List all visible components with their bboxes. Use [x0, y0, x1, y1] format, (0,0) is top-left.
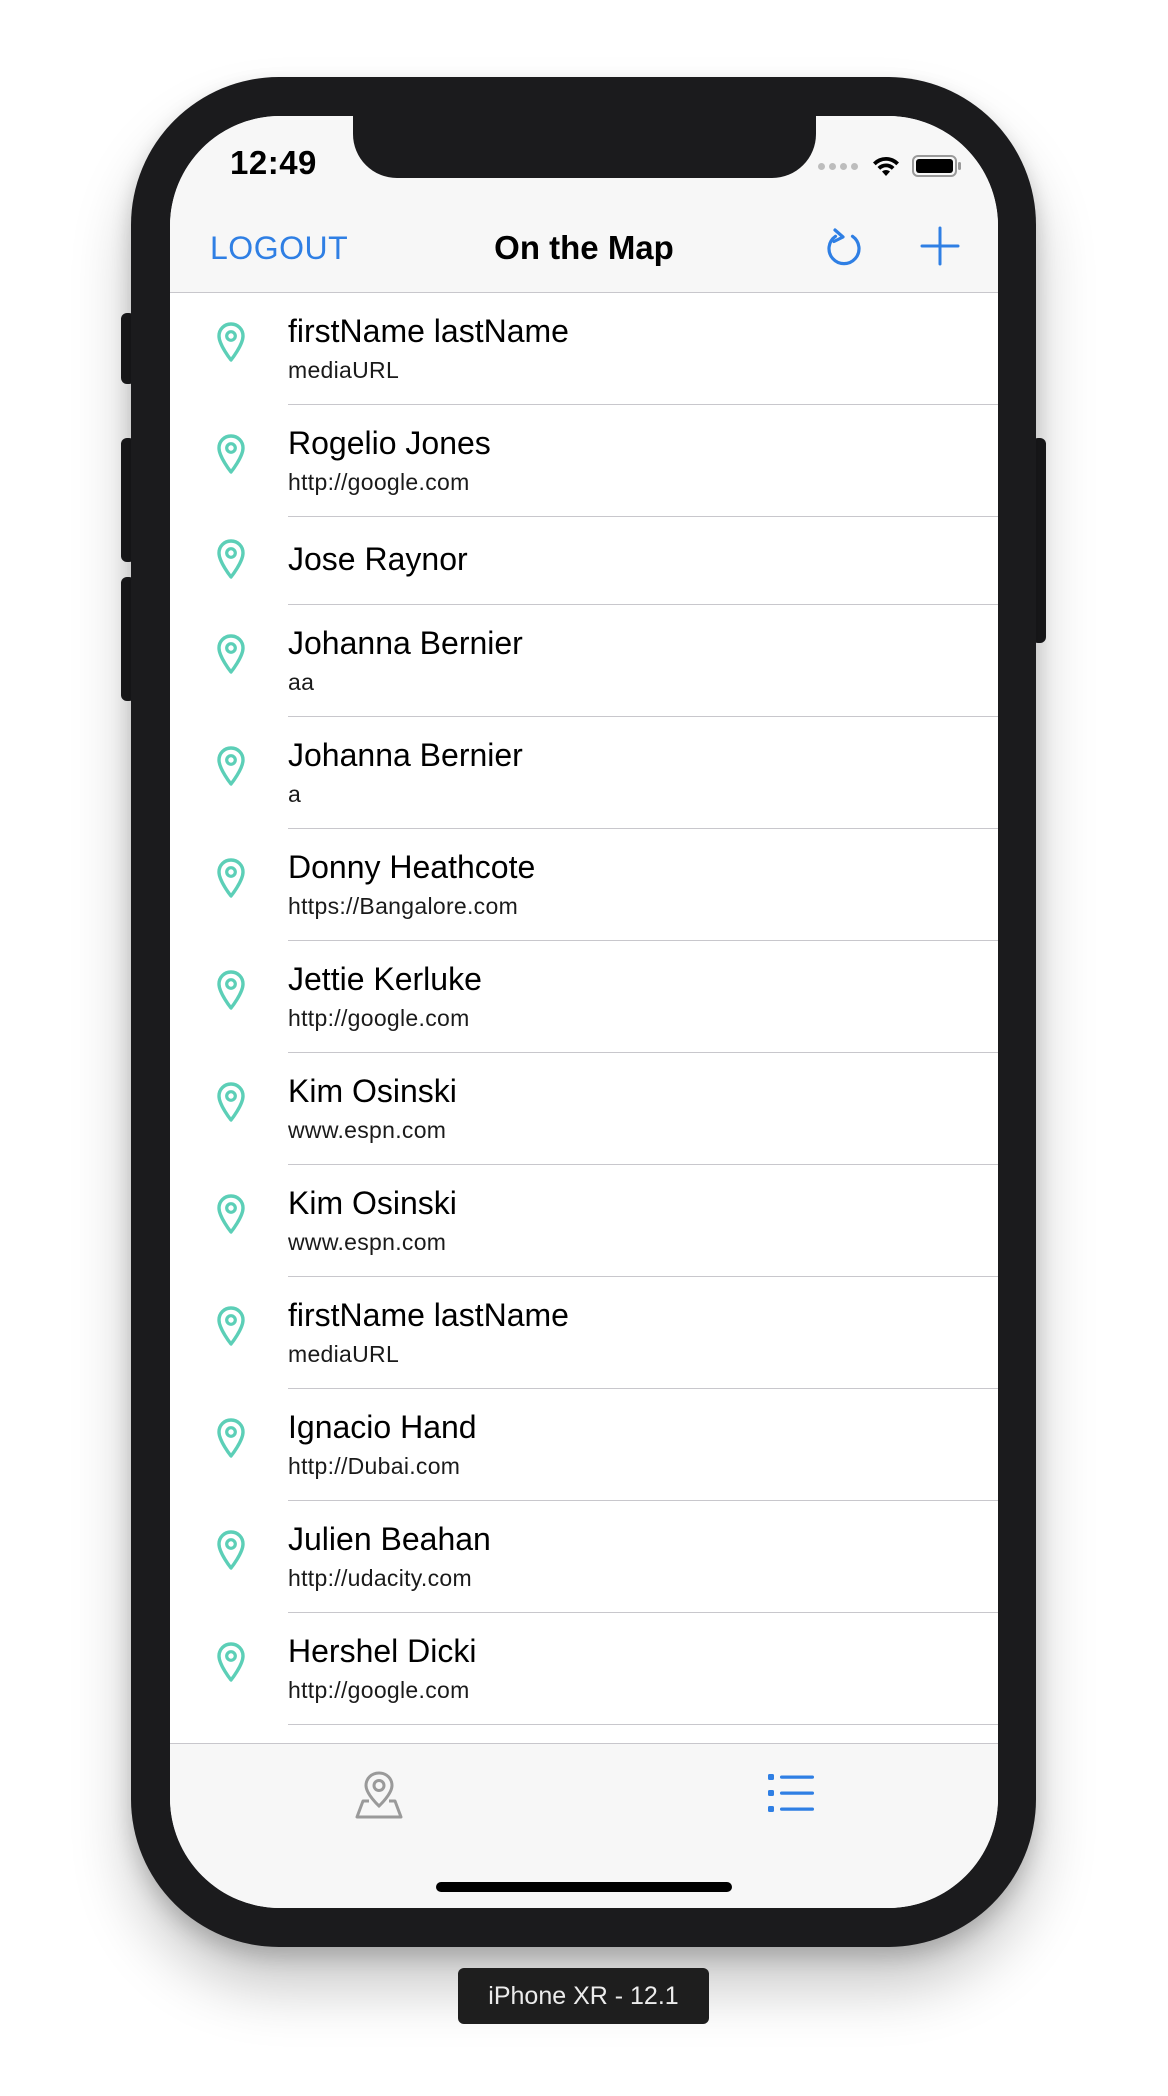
simulator-stage: 12:49 LOGOUT On the Map firstName lastNa… [0, 0, 1168, 2096]
student-name: Rogelio Jones [288, 425, 491, 461]
student-name: Ignacio Hand [288, 1409, 477, 1445]
student-name: firstName lastName [288, 1297, 569, 1333]
student-name: Kim Osinski [288, 1073, 457, 1109]
student-name: Donny Heathcote [288, 849, 536, 885]
list-item[interactable]: firstName lastName mediaURL [170, 293, 998, 405]
student-media-url: https://Bangalore.com [288, 893, 519, 919]
student-media-url: http://google.com [288, 469, 470, 495]
location-pin-icon [217, 322, 245, 362]
student-name: Johanna Bernier [288, 625, 523, 661]
list-item[interactable]: Kim Osinski www.espn.com [170, 1165, 998, 1277]
list-item[interactable]: Johanna Bernier a [170, 717, 998, 829]
device-screen: 12:49 LOGOUT On the Map firstName lastNa… [170, 116, 998, 1908]
location-pin-icon [217, 634, 245, 674]
list-item[interactable]: Ignacio Hand http://Dubai.com [170, 1389, 998, 1501]
list-item[interactable]: Rogelio Jones http://google.com [170, 405, 998, 517]
student-media-url: http://google.com [288, 1677, 470, 1703]
student-media-url: http://google.com [288, 1005, 470, 1031]
student-name: Jettie Kerluke [288, 961, 482, 997]
student-name: Jose Raynor [288, 541, 468, 577]
location-pin-icon [217, 858, 245, 898]
map-pin-tab-icon[interactable] [354, 1770, 404, 1820]
list-item[interactable]: firstName lastName mediaURL [170, 1277, 998, 1389]
location-pin-icon [217, 1194, 245, 1234]
student-media-url: www.espn.com [288, 1117, 447, 1143]
location-pin-icon [217, 434, 245, 474]
cellular-signal-icon [818, 162, 858, 170]
student-name: Hershel Dicki [288, 1633, 477, 1669]
wifi-icon [873, 156, 899, 176]
simulator-device-label: iPhone XR - 12.1 [458, 1968, 709, 2024]
list-item[interactable]: Johanna Bernier aa [170, 605, 998, 717]
student-list: firstName lastName mediaURL Rogelio Jones h… [170, 293, 998, 1725]
list-item[interactable]: Hershel Dicki http://google.com [170, 1613, 998, 1725]
list-item[interactable]: Jettie Kerluke http://google.com [170, 941, 998, 1053]
notch [353, 116, 816, 178]
location-pin-icon [217, 1418, 245, 1458]
list-tab-icon[interactable] [768, 1772, 814, 1814]
plus-icon[interactable] [920, 226, 960, 266]
status-icons [818, 154, 962, 178]
list-item[interactable]: Jose Raynor [170, 517, 998, 605]
location-pin-icon [217, 970, 245, 1010]
battery-icon [912, 155, 961, 177]
student-name: Julien Beahan [288, 1521, 491, 1557]
refresh-icon[interactable] [822, 224, 866, 272]
list-item[interactable]: Kim Osinski www.espn.com [170, 1053, 998, 1165]
student-name: firstName lastName [288, 313, 569, 349]
location-pin-icon [217, 539, 245, 579]
row-separator [288, 1724, 998, 1725]
student-media-url: http://Dubai.com [288, 1453, 461, 1479]
student-media-url: a [288, 781, 302, 807]
student-name: Kim Osinski [288, 1185, 457, 1221]
navigation-bar: LOGOUT On the Map [170, 206, 998, 293]
student-media-url: mediaURL [288, 357, 400, 383]
home-indicator[interactable] [436, 1882, 732, 1892]
student-name: Johanna Bernier [288, 737, 523, 773]
location-pin-icon [217, 1306, 245, 1346]
location-pin-icon [217, 1642, 245, 1682]
page-title: On the Map [494, 229, 674, 266]
student-media-url: http://udacity.com [288, 1565, 472, 1591]
student-media-url: www.espn.com [288, 1229, 447, 1255]
location-pin-icon [217, 1530, 245, 1570]
student-media-url: mediaURL [288, 1341, 400, 1367]
list-item[interactable]: Julien Beahan http://udacity.com [170, 1501, 998, 1613]
location-pin-icon [217, 1082, 245, 1122]
status-time: 12:49 [230, 144, 317, 181]
location-pin-icon [217, 746, 245, 786]
list-item[interactable]: Donny Heathcote https://Bangalore.com [170, 829, 998, 941]
student-media-url: aa [288, 669, 315, 695]
